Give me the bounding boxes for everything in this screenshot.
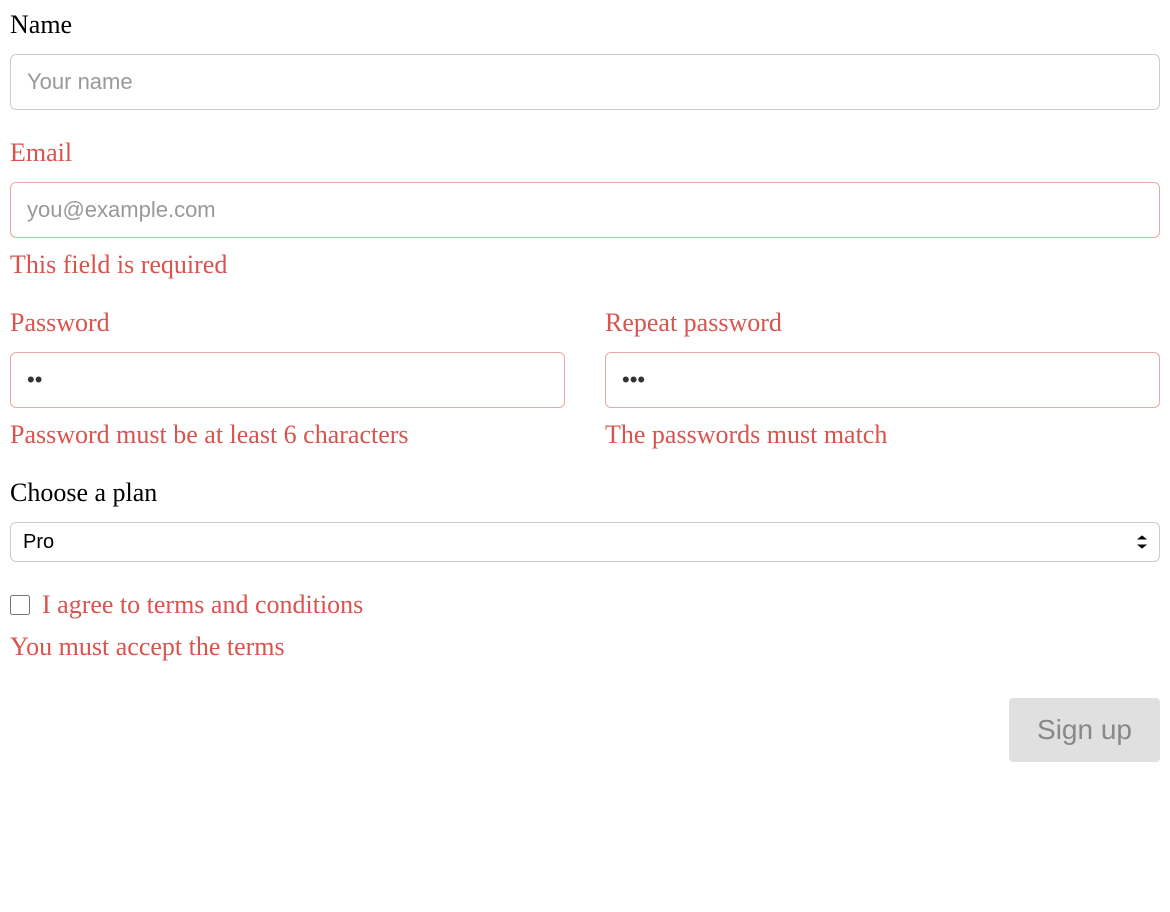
name-group: Name [10, 10, 1160, 110]
submit-row: Sign up [10, 698, 1160, 762]
plan-label: Choose a plan [10, 478, 1160, 508]
terms-error: You must accept the terms [10, 632, 1160, 662]
repeat-password-input[interactable] [605, 352, 1160, 408]
password-input[interactable] [10, 352, 565, 408]
name-label: Name [10, 10, 1160, 40]
signup-button[interactable]: Sign up [1009, 698, 1160, 762]
email-input[interactable] [10, 182, 1160, 238]
password-error: Password must be at least 6 characters [10, 420, 565, 450]
terms-group: I agree to terms and conditions You must… [10, 590, 1160, 662]
email-group: Email This field is required [10, 138, 1160, 280]
email-error: This field is required [10, 250, 1160, 280]
email-label: Email [10, 138, 1160, 168]
terms-checkbox[interactable] [10, 595, 30, 615]
repeat-password-error: The passwords must match [605, 420, 1160, 450]
signup-form: Name Email This field is required Passwo… [10, 10, 1160, 762]
plan-select[interactable]: Pro [10, 522, 1160, 562]
name-input[interactable] [10, 54, 1160, 110]
repeat-password-label: Repeat password [605, 308, 1160, 338]
password-group: Password Password must be at least 6 cha… [10, 308, 565, 450]
plan-group: Choose a plan Pro [10, 478, 1160, 562]
repeat-password-group: Repeat password The passwords must match [605, 308, 1160, 450]
password-label: Password [10, 308, 565, 338]
terms-label[interactable]: I agree to terms and conditions [42, 590, 363, 620]
